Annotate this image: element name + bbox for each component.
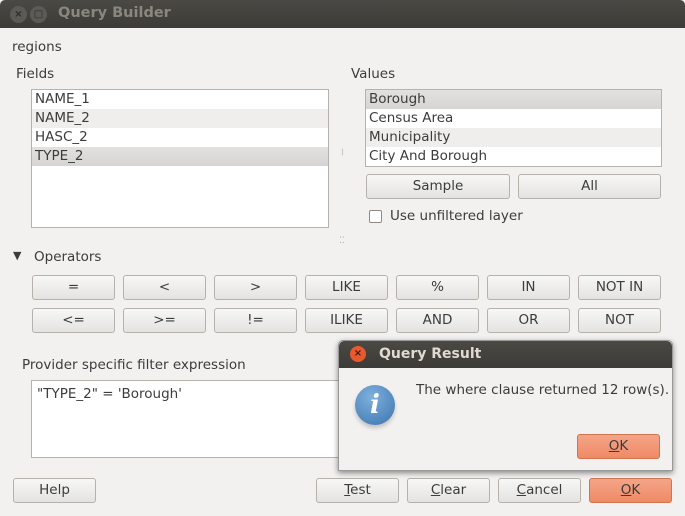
op-in-button[interactable]: IN — [487, 275, 570, 300]
dialog-message: The where clause returned 12 row(s). — [416, 382, 670, 398]
op-less-button[interactable]: < — [123, 275, 206, 300]
op-like-button[interactable]: LIKE — [305, 275, 388, 300]
clear-button[interactable]: Clear — [407, 478, 490, 503]
close-icon[interactable]: × — [350, 346, 366, 362]
collapse-triangle-icon[interactable]: ▼ — [13, 249, 21, 262]
op-ilike-button[interactable]: ILIKE — [305, 308, 388, 333]
list-item[interactable]: Borough — [366, 90, 661, 109]
list-item[interactable]: Census Area — [366, 109, 661, 128]
splitter-handle[interactable]: ⁚⁚ — [339, 236, 345, 246]
list-item[interactable]: NAME_1 — [32, 90, 328, 109]
maximize-icon[interactable]: □ — [30, 6, 47, 23]
dialog-ok-button[interactable]: OK — [577, 434, 660, 459]
op-ge-button[interactable]: >= — [123, 308, 206, 333]
fields-list[interactable]: NAME_1 NAME_2 HASC_2 TYPE_2 — [31, 89, 329, 228]
layer-name: regions — [12, 39, 62, 55]
op-or-button[interactable]: OR — [487, 308, 570, 333]
test-button[interactable]: Test — [316, 478, 399, 503]
close-icon[interactable]: × — [10, 6, 27, 23]
op-ne-button[interactable]: != — [214, 308, 297, 333]
values-list[interactable]: Borough Census Area Municipality City An… — [365, 89, 662, 167]
splitter-handle[interactable]: ⁞ — [341, 148, 344, 158]
op-equals-button[interactable]: = — [32, 275, 115, 300]
operators-label: Operators — [34, 249, 102, 265]
title-bar: × □ Query Builder — [0, 0, 685, 28]
help-button[interactable]: Help — [13, 478, 96, 503]
sample-button[interactable]: Sample — [366, 174, 510, 199]
unfiltered-label: Use unfiltered layer — [390, 208, 523, 224]
unfiltered-checkbox[interactable] — [369, 210, 382, 223]
op-not-button[interactable]: NOT — [578, 308, 661, 333]
list-item[interactable]: HASC_2 — [32, 128, 328, 147]
ok-button[interactable]: OK — [589, 478, 672, 503]
op-not-in-button[interactable]: NOT IN — [578, 275, 661, 300]
expression-label: Provider specific filter expression — [22, 357, 246, 373]
all-button[interactable]: All — [518, 174, 661, 199]
list-item[interactable]: TYPE_2 — [32, 147, 328, 166]
op-greater-button[interactable]: > — [214, 275, 297, 300]
info-icon: i — [355, 385, 395, 425]
dialog-title-bar: × Query Result — [339, 341, 672, 368]
op-percent-button[interactable]: % — [396, 275, 479, 300]
cancel-button[interactable]: Cancel — [498, 478, 581, 503]
op-and-button[interactable]: AND — [396, 308, 479, 333]
window-title: Query Builder — [58, 5, 171, 21]
list-item[interactable]: NAME_2 — [32, 109, 328, 128]
op-le-button[interactable]: <= — [32, 308, 115, 333]
list-item[interactable]: Municipality — [366, 128, 661, 147]
expression-text: "TYPE_2" = 'Borough' — [37, 386, 182, 402]
dialog-title: Query Result — [379, 346, 482, 362]
query-result-dialog: × Query Result i The where clause return… — [338, 340, 673, 471]
fields-label: Fields — [16, 66, 55, 82]
values-label: Values — [351, 66, 396, 82]
list-item[interactable]: City And Borough — [366, 147, 661, 166]
